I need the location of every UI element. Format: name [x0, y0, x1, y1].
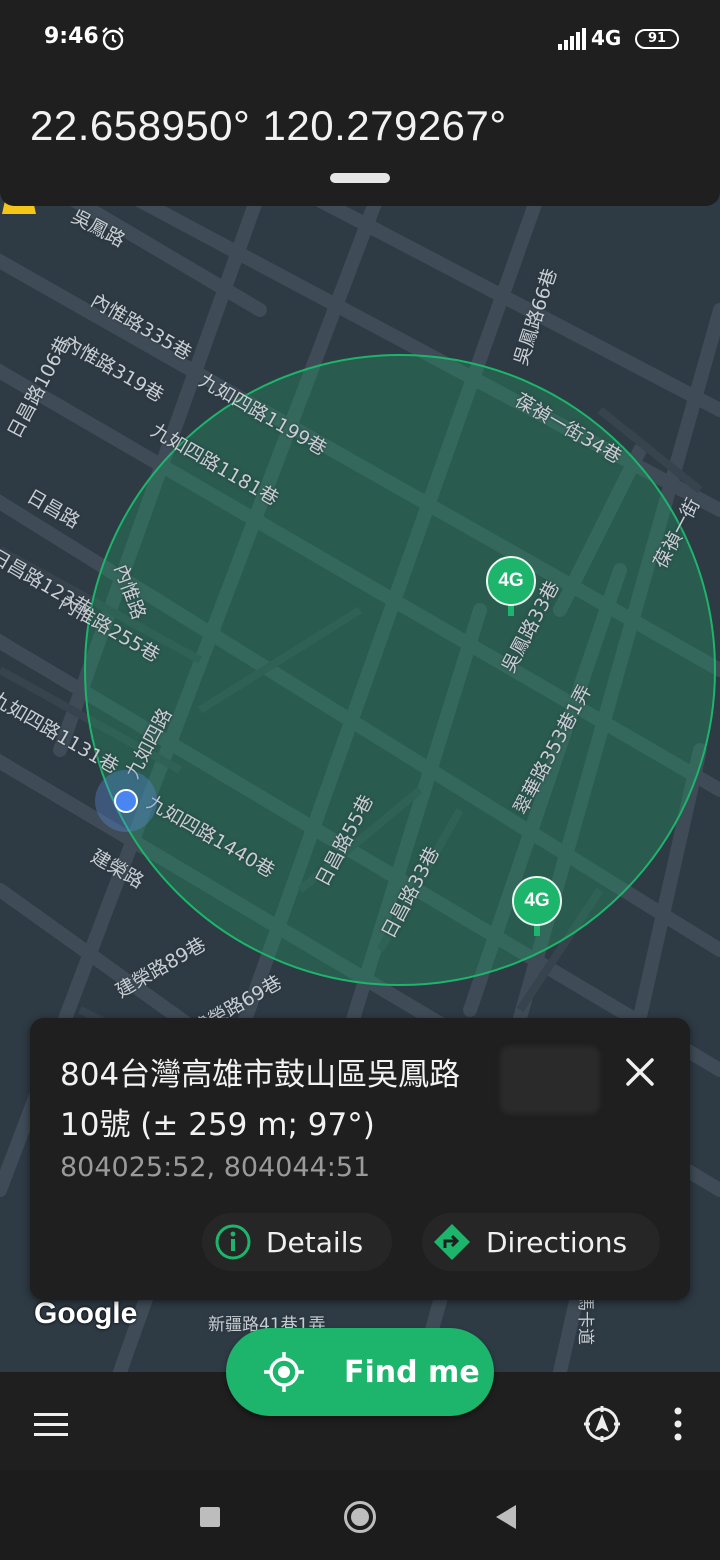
directions-button[interactable]: Directions — [422, 1213, 660, 1271]
home-icon[interactable] — [344, 1501, 376, 1533]
find-me-button[interactable]: Find me — [226, 1328, 494, 1416]
cell-tower-marker[interactable]: 4G — [486, 556, 536, 618]
my-location-dot[interactable] — [114, 789, 138, 813]
battery-level: 91 — [647, 31, 667, 46]
recents-icon[interactable] — [200, 1507, 220, 1527]
directions-label: Directions — [486, 1225, 628, 1259]
gps-fixed-icon — [264, 1352, 304, 1392]
menu-icon[interactable] — [34, 1412, 68, 1438]
info-icon — [215, 1224, 251, 1260]
location-info-card: 804台灣高雄市鼓山區吳鳳路 10號 (± 259 m; 97°) 804025… — [30, 1018, 690, 1300]
back-icon[interactable] — [496, 1505, 516, 1529]
system-nav-bar — [0, 1470, 720, 1560]
alarm-icon — [102, 27, 124, 51]
signal-icon — [558, 28, 586, 50]
google-logo: Google — [34, 1297, 138, 1330]
drag-handle[interactable] — [330, 173, 390, 183]
details-button[interactable]: Details — [202, 1213, 392, 1271]
find-me-label: Find me — [344, 1354, 480, 1390]
compass-icon[interactable] — [582, 1404, 622, 1444]
network-type: 4G — [591, 26, 622, 50]
coordinates-text[interactable]: 22.658950° 120.279267° — [30, 102, 507, 150]
status-time: 9:46 — [44, 24, 99, 49]
status-bar: 9:46 4G 91 — [0, 0, 720, 80]
directions-icon — [434, 1224, 470, 1260]
street-label: 馬卡道 — [575, 1294, 595, 1345]
cell-tower-marker-label: 4G — [486, 556, 536, 606]
cell-tower-marker-label: 4G — [512, 876, 562, 926]
more-vert-icon[interactable] — [670, 1406, 686, 1442]
details-label: Details — [266, 1225, 364, 1259]
close-icon[interactable] — [620, 1052, 660, 1092]
redaction-blur — [500, 1046, 600, 1114]
cell-tower-marker[interactable]: 4G — [512, 876, 562, 938]
cell-ids: 804025:52, 804044:51 — [60, 1152, 371, 1183]
coordinates-sheet[interactable]: 22.658950° 120.279267° — [0, 80, 720, 206]
battery-icon: 91 — [635, 29, 679, 49]
